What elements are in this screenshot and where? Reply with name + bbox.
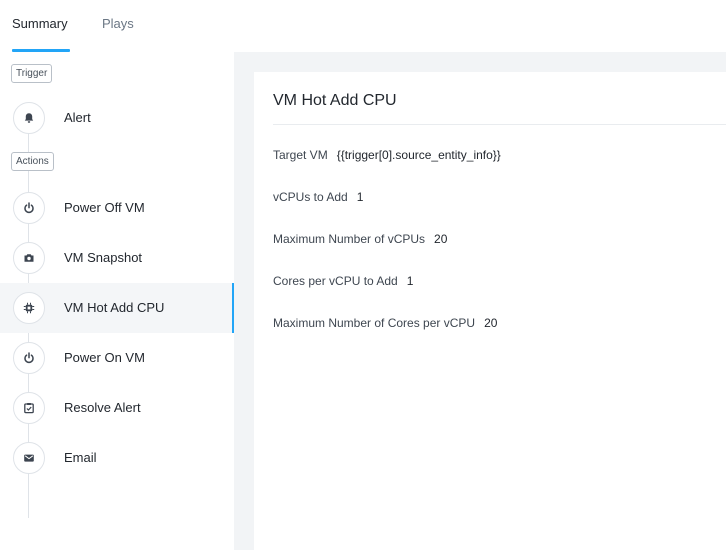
field-label: Maximum Number of vCPUs bbox=[273, 232, 426, 246]
field-target-vm: Target VM {{trigger[0].source_entity_info… bbox=[273, 148, 501, 162]
timeline-item-email[interactable]: Email bbox=[0, 433, 234, 483]
field-value: 1 bbox=[356, 190, 364, 204]
field-value: 20 bbox=[484, 316, 498, 330]
field-max-cores-per-vcpu: Maximum Number of Cores per vCPU 20 bbox=[273, 316, 497, 330]
field-value: {{trigger[0].source_entity_info}} bbox=[336, 148, 501, 162]
tab-bar: Summary Plays bbox=[0, 0, 726, 52]
timeline-item-label: Power Off VM bbox=[64, 200, 145, 215]
field-label: Cores per vCPU to Add bbox=[273, 274, 398, 288]
timeline-item-label: Alert bbox=[64, 110, 91, 125]
timeline-item-label: Email bbox=[64, 450, 97, 465]
field-label: Target VM bbox=[273, 148, 328, 162]
actions-section-label: Actions bbox=[11, 152, 54, 171]
tab-summary[interactable]: Summary bbox=[12, 16, 68, 31]
timeline-item-alert[interactable]: Alert bbox=[0, 93, 234, 143]
timeline-item-vm-snapshot[interactable]: VM Snapshot bbox=[0, 233, 234, 283]
field-label: Maximum Number of Cores per vCPU bbox=[273, 316, 476, 330]
action-title: VM Hot Add CPU bbox=[273, 92, 397, 109]
power-icon bbox=[13, 342, 45, 374]
timeline-item-power-off-vm[interactable]: Power Off VM bbox=[0, 183, 234, 233]
timeline-item-label: VM Snapshot bbox=[64, 250, 143, 265]
timeline-item-label: VM Hot Add CPU bbox=[64, 300, 165, 315]
detail-panel: VM Hot Add CPU Target VM {{trigger[0].sou… bbox=[234, 52, 726, 550]
bell-icon bbox=[13, 102, 45, 134]
divider bbox=[273, 124, 726, 125]
timeline-item-label: Power On VM bbox=[64, 350, 145, 365]
field-cores-per-vcpu: Cores per vCPU to Add 1 bbox=[273, 274, 413, 288]
field-max-vcpus: Maximum Number of vCPUs 20 bbox=[273, 232, 447, 246]
timeline-item-vm-hot-add-cpu[interactable]: VM Hot Add CPU bbox=[0, 283, 234, 333]
cpu-icon bbox=[13, 292, 45, 324]
timeline-item-resolve-alert[interactable]: Resolve Alert bbox=[0, 383, 234, 433]
field-vcpus-to-add: vCPUs to Add 1 bbox=[273, 190, 363, 204]
power-icon bbox=[13, 192, 45, 224]
field-value: 20 bbox=[434, 232, 448, 246]
checklist-icon bbox=[13, 392, 45, 424]
field-label: vCPUs to Add bbox=[273, 190, 348, 204]
field-value: 1 bbox=[406, 274, 414, 288]
tab-plays[interactable]: Plays bbox=[102, 16, 134, 31]
trigger-section-label: Trigger bbox=[11, 64, 53, 83]
envelope-icon bbox=[13, 442, 45, 474]
camera-icon bbox=[13, 242, 45, 274]
timeline-item-label: Resolve Alert bbox=[64, 400, 141, 415]
action-detail-card: VM Hot Add CPU Target VM {{trigger[0].sou… bbox=[254, 72, 726, 550]
timeline-item-power-on-vm[interactable]: Power On VM bbox=[0, 333, 234, 383]
playbook-timeline: Trigger Alert Actions Power Off VM VM Sn… bbox=[0, 52, 234, 550]
